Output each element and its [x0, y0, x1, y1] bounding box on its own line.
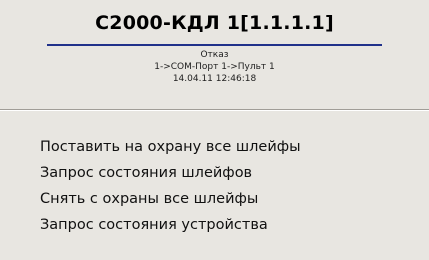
device-path: 1->COM-Порт 1->Пульт 1 — [154, 62, 275, 72]
device-status: Отказ — [200, 50, 229, 60]
menu-item-request-loop-status[interactable]: Запрос состояния шлейфов — [40, 160, 420, 186]
device-context-menu: С2000-КДЛ 1[1.1.1.1] Отказ 1->COM-Порт 1… — [0, 0, 429, 260]
title-underline — [47, 44, 382, 46]
device-title: С2000-КДЛ 1[1.1.1.1] — [95, 12, 334, 34]
menu-item-disarm-all-loops[interactable]: Снять с охраны все шлейфы — [40, 186, 420, 212]
menu-item-request-device-status[interactable]: Запрос состояния устройства — [40, 212, 420, 238]
device-timestamp: 14.04.11 12:46:18 — [172, 74, 257, 84]
menu-item-arm-all-loops[interactable]: Поставить на охрану все шлейфы — [40, 134, 420, 160]
menu-separator-highlight — [0, 110, 429, 111]
